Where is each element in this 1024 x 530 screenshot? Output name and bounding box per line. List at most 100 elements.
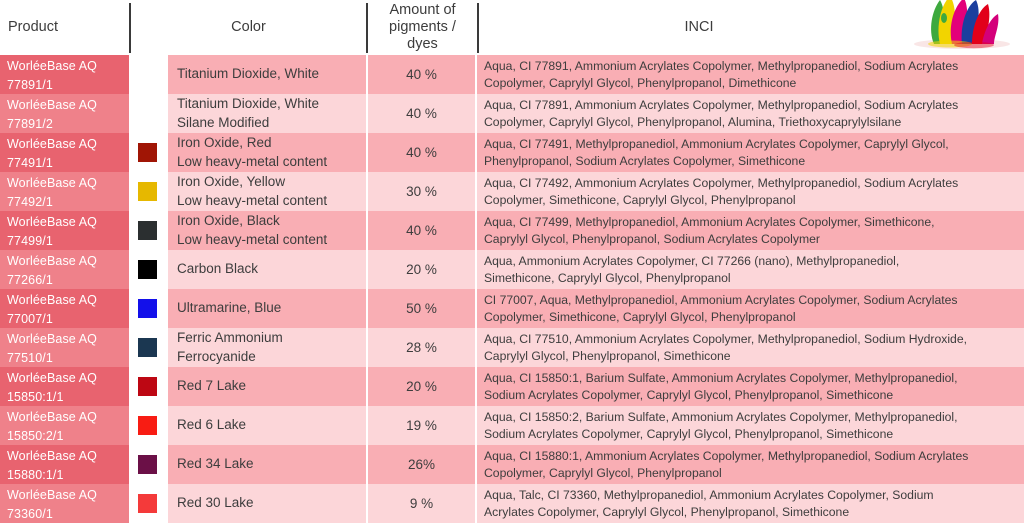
inci-line1: Aqua, CI 15850:2, Barium Sulfate, Ammoni…	[484, 410, 958, 424]
cell-color-name: Red 7 Lake	[168, 367, 366, 406]
color-swatch	[138, 65, 157, 84]
color-swatch	[138, 416, 157, 435]
inci-line2: Copolymer, Caprylyl Glycol, Phenylpropan…	[484, 75, 797, 90]
cell-amount: 28 %	[366, 328, 477, 367]
color-name-line1: Iron Oxide, Red	[177, 135, 272, 150]
product-code: 77499/1	[7, 233, 53, 248]
inci-line2: Copolymer, Caprylyl Glycol, Phenylpropan…	[484, 465, 722, 480]
product-name: WorléeBase AQ	[7, 410, 98, 424]
color-name-line1: Ferric Ammonium	[177, 330, 283, 345]
cell-swatch	[129, 328, 168, 367]
table-row[interactable]: WorléeBase AQ 77891/1 Titanium Dioxide, …	[0, 55, 1024, 94]
product-name: WorléeBase AQ	[7, 59, 98, 73]
cell-inci: Aqua, CI 15850:1, Barium Sulfate, Ammoni…	[477, 367, 1024, 406]
table-row[interactable]: WorléeBase AQ 77266/1 Carbon Black 20 % …	[0, 250, 1024, 289]
product-code: 77510/1	[7, 350, 53, 365]
table-row[interactable]: WorléeBase AQ 15880:1/1 Red 34 Lake 26% …	[0, 445, 1024, 484]
color-swatch	[138, 299, 157, 318]
product-name: WorléeBase AQ	[7, 215, 98, 229]
cell-swatch	[129, 406, 168, 445]
column-header-amount-line3: dyes	[407, 36, 438, 52]
color-name-line1: Titanium Dioxide, White	[177, 96, 320, 111]
inci-line2: Caprylyl Glycol, Phenylpropanol, Simethi…	[484, 348, 731, 363]
product-code: 73360/1	[7, 506, 53, 521]
color-swatch	[138, 182, 157, 201]
table-row[interactable]: WorléeBase AQ 15850:2/1 Red 6 Lake 19 % …	[0, 406, 1024, 445]
inci-line1: Aqua, CI 77510, Ammonium Acrylates Copol…	[484, 332, 967, 346]
cell-swatch	[129, 55, 168, 94]
cell-color-name: Red 30 Lake	[168, 484, 366, 523]
product-code: 77492/1	[7, 194, 53, 209]
inci-line1: Aqua, CI 15880:1, Ammonium Acrylates Cop…	[484, 449, 969, 463]
table-row[interactable]: WorléeBase AQ 15850:1/1 Red 7 Lake 20 % …	[0, 367, 1024, 406]
cell-color-name: Red 34 Lake	[168, 445, 366, 484]
product-name: WorléeBase AQ	[7, 332, 98, 346]
inci-line1: Aqua, CI 77499, Methylpropanediol, Ammon…	[484, 215, 935, 229]
cell-inci: Aqua, CI 77492, Ammonium Acrylates Copol…	[477, 172, 1024, 211]
cell-color-name: Carbon Black	[168, 250, 366, 289]
product-code: 77891/1	[7, 77, 53, 92]
color-name-line2: Low heavy-metal content	[177, 153, 328, 169]
cell-inci: Aqua, CI 77491, Methylpropanediol, Ammon…	[477, 133, 1024, 172]
cell-product: WorléeBase AQ 15850:2/1	[0, 406, 129, 445]
color-name-line1: Titanium Dioxide, White	[177, 66, 320, 82]
table-row[interactable]: WorléeBase AQ 77492/1 Iron Oxide, Yellow…	[0, 172, 1024, 211]
cell-product: WorléeBase AQ 77266/1	[0, 250, 129, 289]
inci-line1: Aqua, CI 15850:1, Barium Sulfate, Ammoni…	[484, 371, 958, 385]
inci-line2: Caprylyl Glycol, Phenylpropanol, Sodium …	[484, 231, 820, 246]
table-row[interactable]: WorléeBase AQ 77007/1 Ultramarine, Blue …	[0, 289, 1024, 328]
cell-product: WorléeBase AQ 15850:1/1	[0, 367, 129, 406]
color-name-line2: Low heavy-metal content	[177, 192, 328, 208]
product-name: WorléeBase AQ	[7, 137, 98, 151]
color-name-line1: Carbon Black	[177, 261, 259, 277]
color-name-line1: Ultramarine, Blue	[177, 300, 282, 316]
color-name-line2: Silane Modified	[177, 114, 270, 130]
cell-color-name: Ultramarine, Blue	[168, 289, 366, 328]
inci-line1: Aqua, CI 77891, Ammonium Acrylates Copol…	[484, 98, 959, 112]
inci-line2: Acrylates Copolymer, Caprylyl Glycol, Ph…	[484, 504, 850, 519]
table-row[interactable]: WorléeBase AQ 77891/2 Titanium Dioxide, …	[0, 94, 1024, 133]
cell-product: WorléeBase AQ 15880:1/1	[0, 445, 129, 484]
cell-inci: Aqua, CI 77891, Ammonium Acrylates Copol…	[477, 94, 1024, 133]
table-row[interactable]: WorléeBase AQ 77510/1 Ferric Ammonium Fe…	[0, 328, 1024, 367]
cell-amount: 40 %	[366, 211, 477, 250]
cell-amount: 40 %	[366, 133, 477, 172]
pigment-table-sheet: Product Color Amount of pigments / dyes …	[0, 0, 1024, 530]
product-code: 77007/1	[7, 311, 53, 326]
cell-color-name: Titanium Dioxide, White Silane Modified	[168, 94, 366, 133]
product-code: 77266/1	[7, 272, 53, 287]
column-header-amount-line2: pigments /	[389, 19, 456, 35]
cell-color-name: Iron Oxide, Red Low heavy-metal content	[168, 133, 366, 172]
cell-amount: 26%	[366, 445, 477, 484]
color-name-line1: Iron Oxide, Yellow	[177, 174, 286, 189]
column-header-color: Color	[131, 0, 366, 55]
cell-inci: Aqua, CI 77891, Ammonium Acrylates Copol…	[477, 55, 1024, 94]
cell-color-name: Titanium Dioxide, White	[168, 55, 366, 94]
cell-color-name: Iron Oxide, Black Low heavy-metal conten…	[168, 211, 366, 250]
color-swatch	[138, 260, 157, 279]
table-row[interactable]: WorléeBase AQ 77491/1 Iron Oxide, Red Lo…	[0, 133, 1024, 172]
inci-line2: Sodium Acrylates Copolymer, Caprylyl Gly…	[484, 426, 894, 441]
product-code: 77491/1	[7, 155, 53, 170]
cell-color-name: Ferric Ammonium Ferrocyanide	[168, 328, 366, 367]
column-header-amount: Amount of pigments / dyes	[368, 0, 477, 55]
table-row[interactable]: WorléeBase AQ 73360/1 Red 30 Lake 9 % Aq…	[0, 484, 1024, 523]
color-name-line1: Red 7 Lake	[177, 378, 247, 394]
cell-inci: Aqua, Ammonium Acrylates Copolymer, CI 7…	[477, 250, 1024, 289]
cell-amount: 9 %	[366, 484, 477, 523]
inci-line1: Aqua, Talc, CI 73360, Methylpropanediol,…	[484, 488, 934, 502]
color-swatch	[138, 455, 157, 474]
cell-amount: 19 %	[366, 406, 477, 445]
cell-inci: Aqua, CI 77499, Methylpropanediol, Ammon…	[477, 211, 1024, 250]
inci-line1: Aqua, CI 77492, Ammonium Acrylates Copol…	[484, 176, 959, 190]
cell-swatch	[129, 289, 168, 328]
cell-inci: Aqua, CI 15850:2, Barium Sulfate, Ammoni…	[477, 406, 1024, 445]
cell-product: WorléeBase AQ 77007/1	[0, 289, 129, 328]
color-name-line1: Red 34 Lake	[177, 456, 254, 472]
inci-line2: Copolymer, Simethicone, Caprylyl Glycol,…	[484, 309, 796, 324]
product-name: WorléeBase AQ	[7, 449, 98, 463]
product-name: WorléeBase AQ	[7, 371, 98, 385]
product-name: WorléeBase AQ	[7, 254, 98, 268]
table-row[interactable]: WorléeBase AQ 77499/1 Iron Oxide, Black …	[0, 211, 1024, 250]
cell-amount: 40 %	[366, 94, 477, 133]
